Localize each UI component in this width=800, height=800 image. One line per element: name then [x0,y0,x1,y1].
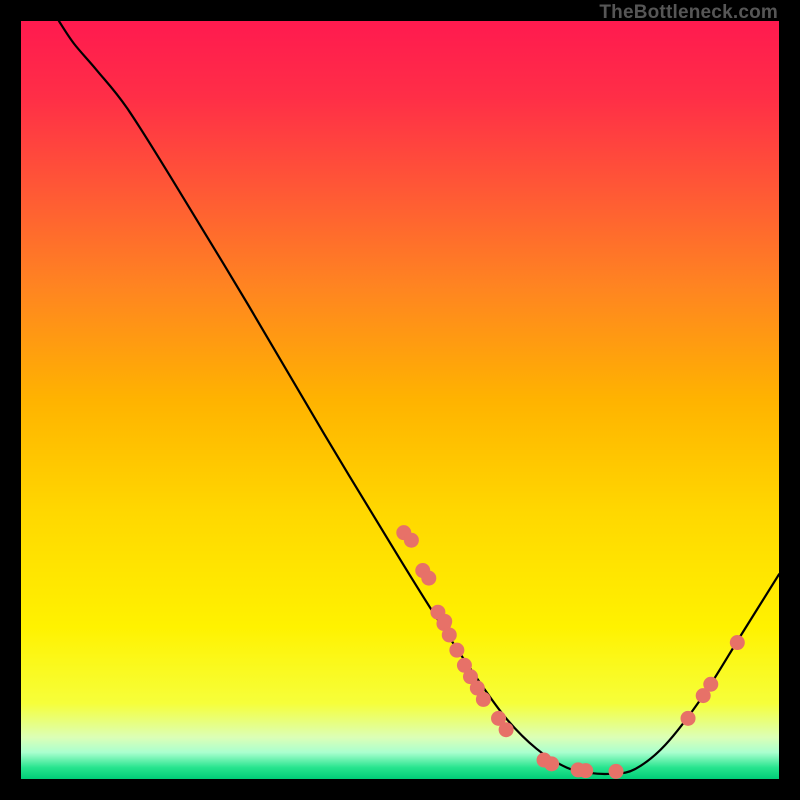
scatter-point [544,756,559,771]
scatter-point [578,763,593,778]
scatter-point [404,533,419,548]
scatter-point [609,764,624,779]
scatter-point [442,627,457,642]
scatter-point [437,614,452,629]
scatter-point [421,571,436,586]
scatter-point [681,711,696,726]
scatter-point [730,635,745,650]
plot-area [21,21,779,779]
scatter-point [449,643,464,658]
chart-container: TheBottleneck.com [0,0,800,800]
scatter-point [476,692,491,707]
chart-background [21,21,779,779]
scatter-point [499,722,514,737]
scatter-point [703,677,718,692]
chart-svg [21,21,779,779]
